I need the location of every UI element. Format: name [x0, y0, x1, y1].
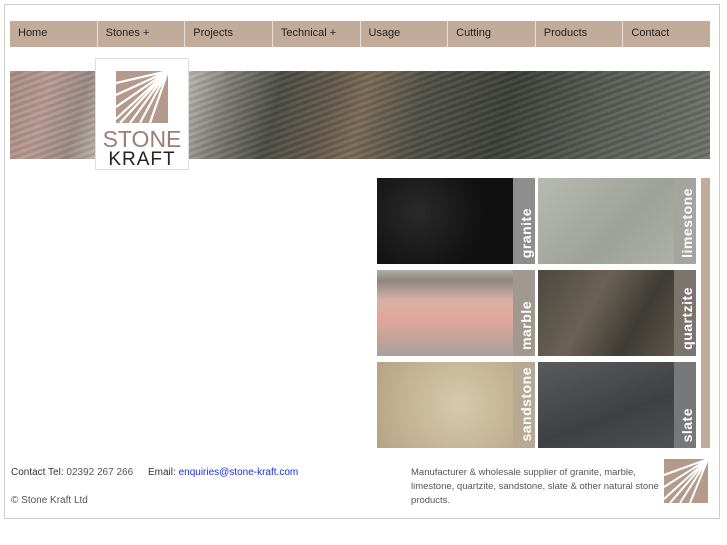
- quartzite-swatch: [538, 270, 674, 356]
- nav-cutting[interactable]: Cutting: [448, 21, 536, 47]
- granite-swatch: [377, 178, 513, 264]
- slate-label: slate: [679, 407, 695, 442]
- nav-stones[interactable]: Stones +: [98, 21, 186, 47]
- quartzite-label: quartzite: [679, 287, 695, 350]
- accent-strip: [701, 178, 710, 448]
- marble-label: marble: [518, 301, 534, 350]
- tel-label: Contact Tel:: [11, 467, 64, 478]
- copyright: © Stone Kraft Ltd: [11, 495, 88, 506]
- main-nav: Home Stones + Projects Technical + Usage…: [10, 21, 710, 47]
- tile-limestone[interactable]: limestone: [538, 178, 696, 264]
- email-label: Email:: [148, 467, 176, 478]
- nav-contact[interactable]: Contact: [623, 21, 710, 47]
- stone-kraft-logo[interactable]: STONE KRAFT: [95, 58, 189, 170]
- logo-rays-icon: [116, 71, 168, 123]
- tile-quartzite[interactable]: quartzite: [538, 270, 696, 356]
- slate-swatch: [538, 362, 674, 448]
- nav-home[interactable]: Home: [10, 21, 98, 47]
- nav-technical[interactable]: Technical +: [273, 21, 361, 47]
- contact-tel: Contact Tel: 02392 267 266: [11, 467, 133, 478]
- nav-products[interactable]: Products: [536, 21, 624, 47]
- tile-sandstone[interactable]: sandstone: [377, 362, 535, 448]
- limestone-swatch: [538, 178, 674, 264]
- nav-projects[interactable]: Projects: [185, 21, 273, 47]
- tile-granite[interactable]: granite: [377, 178, 535, 264]
- footer-logo-icon: [664, 459, 708, 503]
- tile-slate[interactable]: slate: [538, 362, 696, 448]
- contact-email: Email: enquiries@stone-kraft.com: [148, 467, 298, 478]
- logo-text-kraft: KRAFT: [108, 149, 176, 170]
- limestone-label: limestone: [679, 188, 695, 258]
- tile-marble[interactable]: marble: [377, 270, 535, 356]
- sandstone-label: sandstone: [518, 367, 534, 442]
- marble-swatch: [377, 270, 513, 356]
- tel-value: 02392 267 266: [66, 467, 134, 478]
- nav-usage[interactable]: Usage: [361, 21, 449, 47]
- email-link[interactable]: enquiries@stone-kraft.com: [179, 467, 299, 478]
- sandstone-swatch: [377, 362, 513, 448]
- granite-label: granite: [518, 207, 534, 258]
- company-description: Manufacturer & wholesale supplier of gra…: [411, 467, 659, 506]
